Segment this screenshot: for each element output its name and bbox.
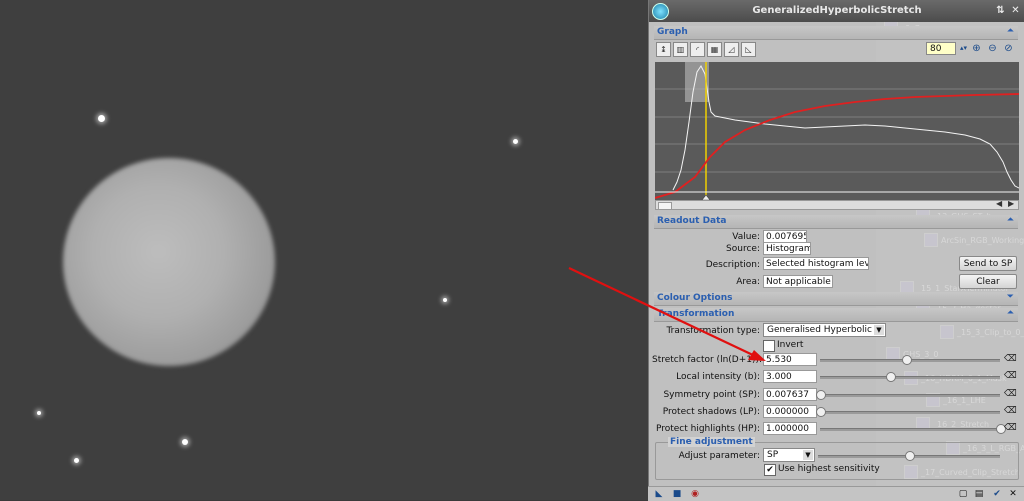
transformation-type-label: Transformation type:: [666, 326, 760, 336]
grid-icon[interactable]: ▦: [707, 42, 722, 57]
reset-parameter-icon[interactable]: ⌫: [1004, 406, 1017, 417]
apply-square-icon[interactable]: ■: [672, 489, 682, 499]
window-title: GeneralizedHyperbolicStretch: [752, 5, 922, 16]
fine-adjustment-legend: Fine adjustment: [668, 437, 755, 447]
histogram-curve: [672, 65, 1019, 191]
ramp-alt-icon[interactable]: ◺: [741, 42, 756, 57]
section-colour-options[interactable]: Colour Options ⏷: [654, 292, 1018, 306]
value-label: Value:: [732, 232, 760, 242]
collapse-icon[interactable]: ⏶: [1007, 308, 1014, 318]
zoom-spin-icon[interactable]: ▴▾: [957, 42, 970, 55]
highest-sensitivity-label: Use highest sensitivity: [778, 464, 880, 474]
source-label: Source:: [726, 244, 760, 254]
protect-shadows-input[interactable]: 0.000000: [763, 405, 817, 418]
title-bar[interactable]: GeneralizedHyperbolicStretch ⇅ ✕: [649, 0, 1024, 22]
protect-highlights-input[interactable]: 1.000000: [763, 422, 817, 435]
moon-disk: [63, 158, 275, 366]
zoom-out-icon[interactable]: ⊖: [986, 42, 999, 55]
browse-icon[interactable]: ▢: [958, 489, 968, 499]
description-field: Selected histogram level: [763, 257, 869, 270]
description-label: Description:: [705, 260, 760, 270]
section-label: Colour Options: [657, 293, 733, 303]
star: [513, 139, 518, 144]
reset-parameter-icon[interactable]: ⌫: [1004, 423, 1017, 434]
new-instance-icon[interactable]: ◣: [654, 489, 664, 499]
send-to-sp-button[interactable]: Send to SP: [959, 256, 1017, 271]
section-readout[interactable]: Readout Data ⏶: [654, 215, 1018, 229]
scroll-right-icon[interactable]: ▶: [1008, 199, 1014, 208]
invert-label: Invert: [777, 340, 804, 350]
document-icon[interactable]: ▤: [974, 489, 984, 499]
highest-sensitivity-checkbox[interactable]: ✔: [764, 464, 776, 476]
chevron-down-icon: ▼: [803, 450, 813, 460]
apply-icon[interactable]: ✔: [992, 489, 1002, 499]
reset-parameter-icon[interactable]: ⌫: [1004, 371, 1017, 382]
scroll-thumb[interactable]: [658, 202, 672, 210]
log-scale-icon[interactable]: ↨: [656, 42, 671, 57]
reset-parameter-icon[interactable]: ⌫: [1004, 389, 1017, 400]
protect-shadows-slider[interactable]: [820, 411, 1000, 414]
star: [74, 458, 79, 463]
protect-highlights-slider[interactable]: [820, 428, 1000, 431]
symmetry-point-input[interactable]: 0.007637: [763, 388, 817, 401]
astro-image-view[interactable]: [0, 0, 648, 500]
invert-checkbox[interactable]: [763, 340, 775, 352]
protect-shadows-label: Protect shadows (LP):: [662, 407, 760, 417]
reset-parameter-icon[interactable]: ⌫: [1004, 354, 1017, 365]
close-icon[interactable]: ✕: [1009, 4, 1022, 17]
local-intensity-slider[interactable]: [820, 376, 1000, 379]
collapse-icon[interactable]: ⏶: [1007, 26, 1014, 36]
zoom-reset-icon[interactable]: ⊘: [1002, 42, 1015, 55]
section-label: Readout Data: [657, 216, 727, 226]
adjust-parameter-value: SP: [767, 450, 779, 460]
transformation-type-value: Generalised Hyperbolic: [767, 325, 872, 335]
transformation-type-select[interactable]: Generalised Hyperbolic ▼: [763, 323, 886, 337]
protect-shadows-knob[interactable]: [816, 407, 826, 417]
section-label: Graph: [657, 27, 688, 37]
histogram-graph[interactable]: [655, 62, 1019, 200]
star: [98, 115, 105, 122]
protect-highlights-label: Protect highlights (HP):: [655, 424, 760, 434]
area-label: Area:: [736, 277, 760, 287]
fine-adjust-knob[interactable]: [905, 451, 915, 461]
graph-scrollbar[interactable]: ◀ ▶: [655, 199, 1019, 210]
stretch-factor-label: Stretch factor (ln(D+1)):: [652, 355, 763, 365]
symmetry-point-label: Symmetry point (SP):: [663, 390, 760, 400]
clear-button[interactable]: Clear: [959, 274, 1017, 289]
scroll-left-icon[interactable]: ◀: [996, 199, 1002, 208]
adjust-parameter-select[interactable]: SP ▼: [763, 448, 815, 462]
curve-icon[interactable]: ◜: [690, 42, 705, 57]
stretch-factor-input[interactable]: 5.530: [763, 353, 817, 366]
reset-icon[interactable]: ✕: [1008, 489, 1018, 499]
adjust-parameter-label: Adjust parameter:: [678, 451, 760, 461]
chevron-down-icon: ▼: [874, 325, 884, 335]
area-field: Not applicable: [763, 275, 833, 288]
histogram-icon[interactable]: ▥: [673, 42, 688, 57]
zoom-input[interactable]: 80: [926, 42, 956, 55]
real-time-preview-icon[interactable]: ◉: [690, 489, 700, 499]
shade-icon[interactable]: ⇅: [994, 4, 1007, 17]
section-transformation[interactable]: Transformation ⏶: [654, 308, 1018, 322]
collapse-icon[interactable]: ⏶: [1007, 215, 1014, 225]
star: [37, 411, 41, 415]
zoom-in-icon[interactable]: ⊕: [970, 42, 983, 55]
local-intensity-label: Local intensity (b):: [676, 372, 760, 382]
process-bottom-bar: ◣ ■ ◉ ▢ ▤ ✔ ✕: [648, 486, 1024, 501]
histogram-svg: [655, 62, 1019, 200]
symmetry-point-knob[interactable]: [816, 390, 826, 400]
ramp-icon[interactable]: ◿: [724, 42, 739, 57]
star: [182, 439, 188, 445]
section-graph[interactable]: Graph ⏶: [654, 26, 1018, 40]
fine-adjustment-group: Fine adjustment: [655, 437, 1019, 480]
section-label: Transformation: [657, 309, 735, 319]
local-intensity-input[interactable]: 3.000: [763, 370, 817, 383]
symmetry-point-slider[interactable]: [820, 394, 1000, 397]
star: [443, 298, 447, 302]
transformation-curve: [655, 93, 1019, 199]
source-field: Histogram: [763, 242, 811, 255]
expand-icon[interactable]: ⏷: [1007, 292, 1014, 302]
